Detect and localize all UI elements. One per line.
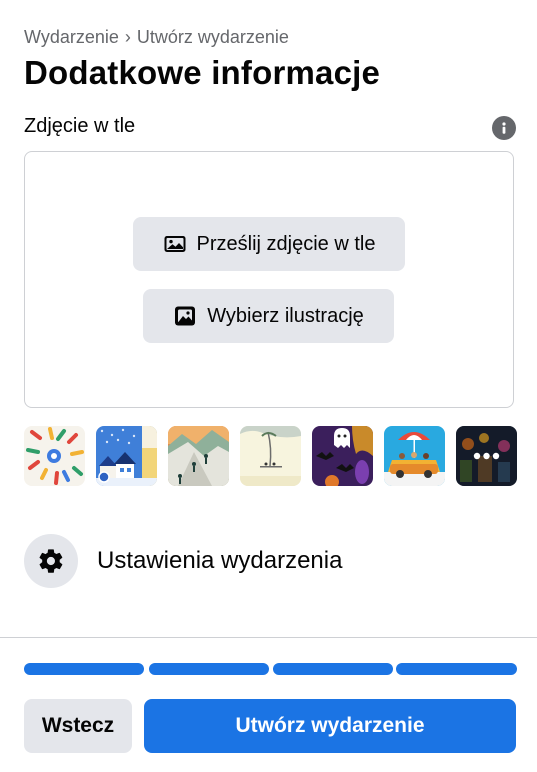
event-settings-row[interactable]: Ustawienia wydarzenia <box>24 533 342 589</box>
background-photo-dropzone[interactable] <box>24 151 514 408</box>
back-button[interactable]: Wstecz <box>24 699 132 753</box>
progress-step-4 <box>396 663 517 675</box>
progress-step-2 <box>149 663 269 675</box>
progress-step-3 <box>273 663 393 675</box>
thumbnail-beach-scene[interactable] <box>240 426 301 486</box>
thumbnail-more-illustrations[interactable] <box>456 426 517 486</box>
thumbnail-summer-car-trip[interactable] <box>384 426 445 486</box>
event-settings-label: Ustawienia wydarzenia <box>97 547 343 574</box>
illustration-icon <box>173 304 197 328</box>
breadcrumb-parent-link[interactable]: Wydarzenie <box>24 27 119 47</box>
info-icon[interactable] <box>492 116 516 140</box>
choose-illustration-button[interactable]: Wybierz ilustrację <box>143 289 394 343</box>
step-progress-bar <box>24 663 517 675</box>
breadcrumb-current: Utwórz wydarzenie <box>136 27 289 47</box>
image-icon <box>163 232 187 256</box>
progress-step-1 <box>24 663 144 675</box>
gear-icon <box>24 534 78 588</box>
illustration-thumbnails <box>24 426 517 486</box>
thumbnail-halloween-ghost[interactable] <box>312 426 373 486</box>
breadcrumb: Wydarzenie › Utwórz wydarzenie <box>24 27 289 48</box>
breadcrumb-separator: › <box>124 27 131 47</box>
create-event-button[interactable]: Utwórz wydarzenie <box>144 699 516 753</box>
page-title: Dodatkowe informacje <box>24 54 381 91</box>
thumbnail-festive-pattern[interactable] <box>24 426 85 486</box>
upload-background-photo-button[interactable]: Prześlij zdjęcie w tle <box>133 217 405 271</box>
thumbnail-mountain-hikers[interactable] <box>168 426 229 486</box>
upload-button-label: Prześlij zdjęcie w tle <box>196 232 376 255</box>
thumbnail-winter-village[interactable] <box>96 426 157 486</box>
footer-divider <box>0 637 537 638</box>
illustration-button-label: Wybierz ilustrację <box>207 304 364 327</box>
background-photo-label: Zdjęcie w tle <box>24 115 136 137</box>
